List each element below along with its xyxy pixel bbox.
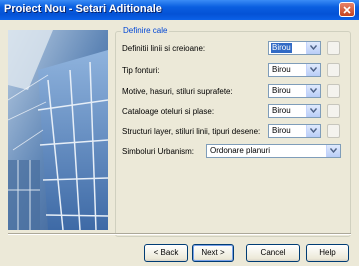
row-label-layer-structures: Structuri layer, stiluri linii, tipuri d… bbox=[122, 127, 261, 136]
fonts-select[interactable]: Birou bbox=[268, 63, 321, 77]
cancel-button[interactable]: Cancel bbox=[246, 244, 300, 262]
select-value: Birou bbox=[272, 126, 291, 135]
row-label-patterns: Motive, hasuri, stiluri suprafete: bbox=[122, 87, 233, 96]
browse-button[interactable] bbox=[327, 124, 340, 138]
row-label-lines-pens: Definitii linii si creioane: bbox=[122, 44, 206, 53]
select-value: Birou bbox=[272, 65, 291, 74]
dialog-content: Definire cale Definitii linii si creioan… bbox=[0, 20, 359, 266]
help-button[interactable]: Help bbox=[306, 244, 349, 262]
chevron-down-icon bbox=[330, 148, 337, 153]
dropdown-button[interactable] bbox=[306, 42, 320, 54]
chevron-down-icon bbox=[310, 67, 317, 72]
chevron-down-icon bbox=[310, 128, 317, 133]
title-bar[interactable]: Proiect Nou - Setari Aditionale bbox=[0, 0, 359, 21]
architecture-image bbox=[8, 30, 108, 230]
lines-pens-select[interactable]: Birou bbox=[268, 41, 321, 55]
browse-button[interactable] bbox=[327, 41, 340, 55]
close-button[interactable] bbox=[339, 2, 355, 17]
urbanism-select[interactable]: Ordonare planuri bbox=[206, 144, 341, 158]
dropdown-button[interactable] bbox=[306, 105, 320, 117]
steel-catalogs-select[interactable]: Birou bbox=[268, 104, 321, 118]
select-value: Birou bbox=[272, 86, 291, 95]
select-value: Ordonare planuri bbox=[210, 146, 271, 155]
row-label-fonts: Tip fonturi: bbox=[122, 66, 160, 75]
layer-structures-select[interactable]: Birou bbox=[268, 124, 321, 138]
row-label-urbanism: Simboluri Urbanism: bbox=[122, 147, 195, 156]
group-legend: Definire cale bbox=[121, 26, 170, 35]
dropdown-button[interactable] bbox=[326, 145, 340, 157]
chevron-down-icon bbox=[310, 108, 317, 113]
chevron-down-icon bbox=[310, 45, 317, 50]
select-value: Birou bbox=[271, 43, 292, 53]
separator bbox=[8, 233, 351, 235]
close-icon bbox=[343, 6, 351, 14]
browse-button[interactable] bbox=[327, 104, 340, 118]
dropdown-button[interactable] bbox=[306, 125, 320, 137]
browse-button[interactable] bbox=[327, 84, 340, 98]
dropdown-button[interactable] bbox=[306, 85, 320, 97]
dropdown-button[interactable] bbox=[306, 64, 320, 76]
back-button[interactable]: < Back bbox=[144, 244, 188, 262]
row-label-steel-catalogs: Cataloage oteluri si plase: bbox=[122, 107, 215, 116]
browse-button[interactable] bbox=[327, 63, 340, 77]
select-value: Birou bbox=[272, 106, 291, 115]
patterns-select[interactable]: Birou bbox=[268, 84, 321, 98]
next-button[interactable]: Next > bbox=[192, 244, 234, 262]
chevron-down-icon bbox=[310, 88, 317, 93]
window-title: Proiect Nou - Setari Aditionale bbox=[4, 3, 162, 15]
